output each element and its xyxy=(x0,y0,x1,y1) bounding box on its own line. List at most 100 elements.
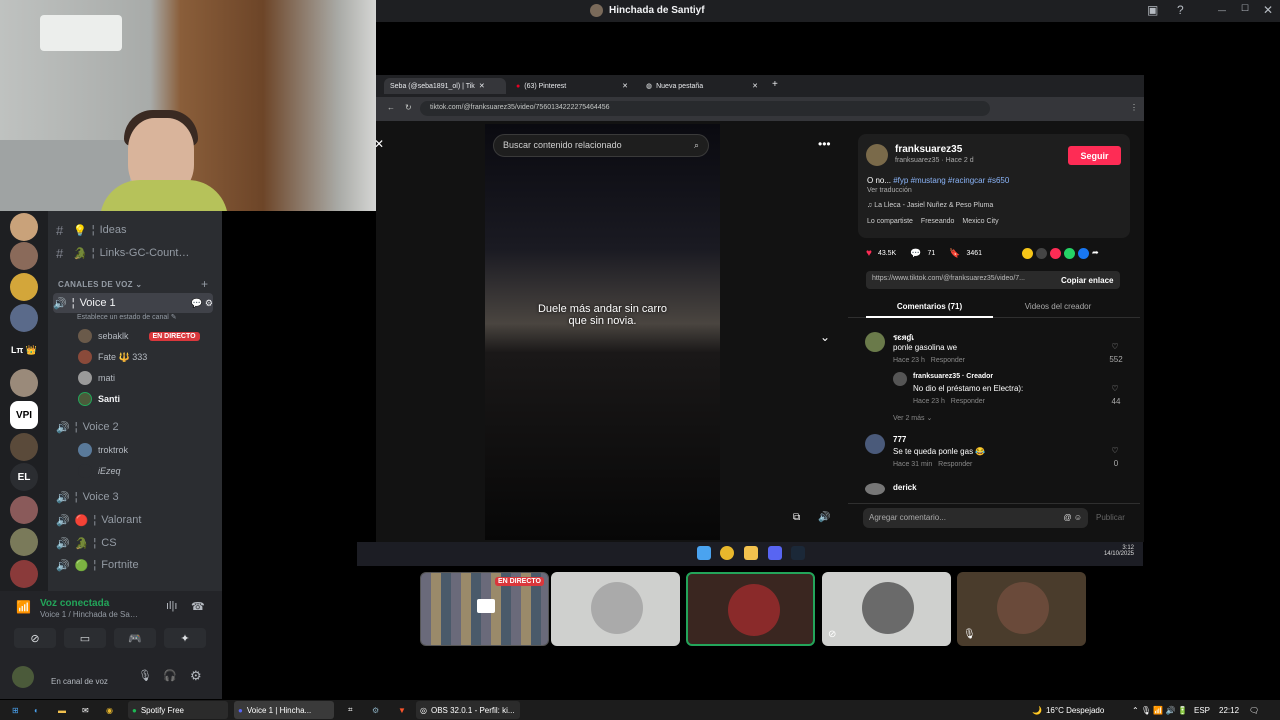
language-indicator[interactable]: ESP xyxy=(1190,701,1214,719)
emoji-icon[interactable]: @ ☺ xyxy=(1063,513,1082,522)
channel-status-hint[interactable]: Establece un estado de canal ✎ xyxy=(77,313,177,321)
share-screen-button[interactable]: ▭ xyxy=(64,628,106,648)
voice-connected-title[interactable]: Voz conectada xyxy=(40,598,109,609)
avatar[interactable] xyxy=(865,332,885,352)
server-icon[interactable] xyxy=(10,304,38,332)
edge-icon[interactable]: ◐ xyxy=(30,701,43,719)
back-icon[interactable]: ← xyxy=(387,103,395,112)
voice-category[interactable]: CANALES DE VOZ ⌄ xyxy=(58,280,142,289)
windows-start-button[interactable]: ⊞ xyxy=(8,701,23,719)
reply-link[interactable]: Responder xyxy=(931,357,965,364)
url-input[interactable]: tiktok.com/@franksuarez35/video/75601342… xyxy=(420,101,990,116)
channel-actions[interactable]: 💬 ⚙ xyxy=(191,298,213,309)
voice-connected-subtitle[interactable]: Voice 1 / Hinchada de Sa… xyxy=(40,610,138,619)
video-player[interactable] xyxy=(485,124,720,540)
server-icon[interactable] xyxy=(10,213,38,241)
avatar[interactable] xyxy=(865,483,885,495)
system-tray[interactable]: ⌃ 🎙 📶 🔊 🔋 xyxy=(1128,701,1192,719)
taskbar-spotify[interactable]: ● Spotify Free xyxy=(128,701,228,719)
server-icon-vpi[interactable]: VPI xyxy=(10,401,38,429)
channel-cs[interactable]: 🔊 🐊 ¦ CS xyxy=(56,533,117,553)
camera-button[interactable]: ⊘ xyxy=(14,628,56,648)
close-video-icon[interactable]: ✕ xyxy=(374,137,384,151)
server-icon-lambda[interactable]: Lπ 👑 xyxy=(10,336,38,364)
like-icon[interactable]: ♡ xyxy=(1105,446,1125,455)
folder-icon[interactable]: ▬ xyxy=(54,701,70,719)
bookmark-icon[interactable]: 🔖 xyxy=(949,248,960,259)
browser-tab[interactable]: ● (63) Pinterest ✕ xyxy=(510,78,634,94)
copy-link-button[interactable]: Copiar enlace xyxy=(1061,276,1113,285)
hashtags[interactable]: #fyp #mustang #racingcar #s650 xyxy=(893,176,1009,185)
music-link[interactable]: ♫ La Lleca - Jasiel Nuñez & Peso Pluma xyxy=(867,202,993,209)
location-label[interactable]: Mexico City xyxy=(962,218,998,225)
follow-button[interactable]: Seguir xyxy=(1068,146,1121,165)
embed-icon[interactable] xyxy=(1036,248,1047,259)
reload-icon[interactable]: ↻ xyxy=(405,103,412,112)
minimize-icon[interactable]: — xyxy=(1218,6,1226,15)
channel-voice-1[interactable]: 🔊 ¦ Voice 1 💬 ⚙ xyxy=(53,293,213,313)
like-icon[interactable]: ♡ xyxy=(1105,384,1125,393)
pip-icon[interactable]: ⧉ xyxy=(793,512,800,523)
channel-fortnite[interactable]: 🔊 🟢 ¦ Fortnite xyxy=(56,555,139,575)
avatar[interactable] xyxy=(865,434,885,454)
settings-icon[interactable]: ⚙ xyxy=(190,668,202,684)
participant-tile-speaking[interactable] xyxy=(686,572,815,646)
new-tab-icon[interactable]: + xyxy=(772,79,778,90)
translate-link[interactable]: Ver traducción xyxy=(867,187,912,194)
voice-user[interactable]: troktrok xyxy=(78,441,128,459)
facebook-icon[interactable] xyxy=(1078,248,1089,259)
server-icon[interactable] xyxy=(10,528,38,556)
avatar[interactable] xyxy=(12,666,34,688)
tab-comments[interactable]: Comentarios (71) xyxy=(866,302,993,318)
server-icon[interactable] xyxy=(10,496,38,524)
close-icon[interactable]: ✕ xyxy=(479,82,485,90)
comment-user[interactable]: derick xyxy=(893,483,917,492)
share-icon[interactable] xyxy=(1022,248,1033,259)
mic-icon[interactable]: 🎙 xyxy=(138,669,152,682)
weather-widget[interactable]: 🌙 16°C Despejado xyxy=(1028,701,1108,719)
related-search-input[interactable]: Buscar contenido relacionado ⌕ xyxy=(493,134,709,157)
browser-tab[interactable]: Seba (@seba1891_ol) | Tik ✕ xyxy=(384,78,506,94)
taskbar-obs[interactable]: ◎ OBS 32.0.1 - Perfil: ki... xyxy=(416,701,520,719)
volume-icon[interactable]: 🔊 xyxy=(818,512,830,523)
add-comment-input[interactable]: Agregar comentario... @ ☺ xyxy=(863,508,1088,528)
server-icon[interactable] xyxy=(10,560,38,588)
reply-link[interactable]: Responder xyxy=(951,398,985,405)
like-icon[interactable]: ♡ xyxy=(1105,342,1125,351)
effects-button[interactable]: ✦ xyxy=(164,628,206,648)
server-icon[interactable] xyxy=(10,369,38,397)
voice-user[interactable]: sebaklk EN DIRECTO xyxy=(78,327,200,345)
heart-icon[interactable]: ♥ xyxy=(866,248,872,259)
share-icon[interactable] xyxy=(1050,248,1061,259)
notifications-icon[interactable]: 🗨 xyxy=(1245,701,1263,719)
comment-icon[interactable]: 💬 xyxy=(910,248,921,259)
voice-user[interactable]: Fate 🔱 333 xyxy=(78,348,147,366)
more-icon[interactable]: ••• xyxy=(818,137,831,151)
browser-tab[interactable]: ◍ Nueva pestaña ✕ xyxy=(640,78,764,94)
participant-tile[interactable]: 🎙 xyxy=(957,572,1086,646)
reply-link[interactable]: Responder xyxy=(938,461,972,468)
help-icon[interactable]: ? xyxy=(1177,3,1184,17)
tab-creator-videos[interactable]: Videos del creador xyxy=(1000,302,1116,311)
channel-ideas[interactable]: # 💡 ¦ Ideas xyxy=(56,220,126,240)
avatar[interactable] xyxy=(893,372,907,386)
channel-valorant[interactable]: 🔊 🔴 ¦ Valorant xyxy=(56,510,141,530)
view-more-replies[interactable]: Ver 2 más ⌄ xyxy=(893,414,932,422)
server-icon-el[interactable]: EL xyxy=(10,463,38,491)
add-channel-icon[interactable]: + xyxy=(201,277,208,291)
forward-icon[interactable]: ➦ xyxy=(1092,248,1099,259)
channel-voice-3[interactable]: 🔊 ¦ Voice 3 xyxy=(56,487,119,507)
participant-tile[interactable] xyxy=(551,572,680,646)
search-icon[interactable]: ⌕ xyxy=(694,140,699,151)
steam-icon[interactable]: ⚙ xyxy=(368,701,383,719)
maximize-icon[interactable]: ☐ xyxy=(1241,3,1249,14)
mail-icon[interactable]: ✉ xyxy=(78,701,93,719)
close-icon[interactable]: ✕ xyxy=(752,82,758,90)
clock[interactable]: 22:12 xyxy=(1215,701,1243,719)
comment-user[interactable]: 777 xyxy=(893,435,906,444)
voice-user[interactable]: Santi xyxy=(78,390,120,408)
signal-icon[interactable]: 📶 xyxy=(16,600,31,614)
server-icon[interactable] xyxy=(10,433,38,461)
taskbar-discord[interactable]: ● Voice 1 | Hincha... xyxy=(234,701,334,719)
close-icon[interactable]: ✕ xyxy=(1263,3,1273,17)
